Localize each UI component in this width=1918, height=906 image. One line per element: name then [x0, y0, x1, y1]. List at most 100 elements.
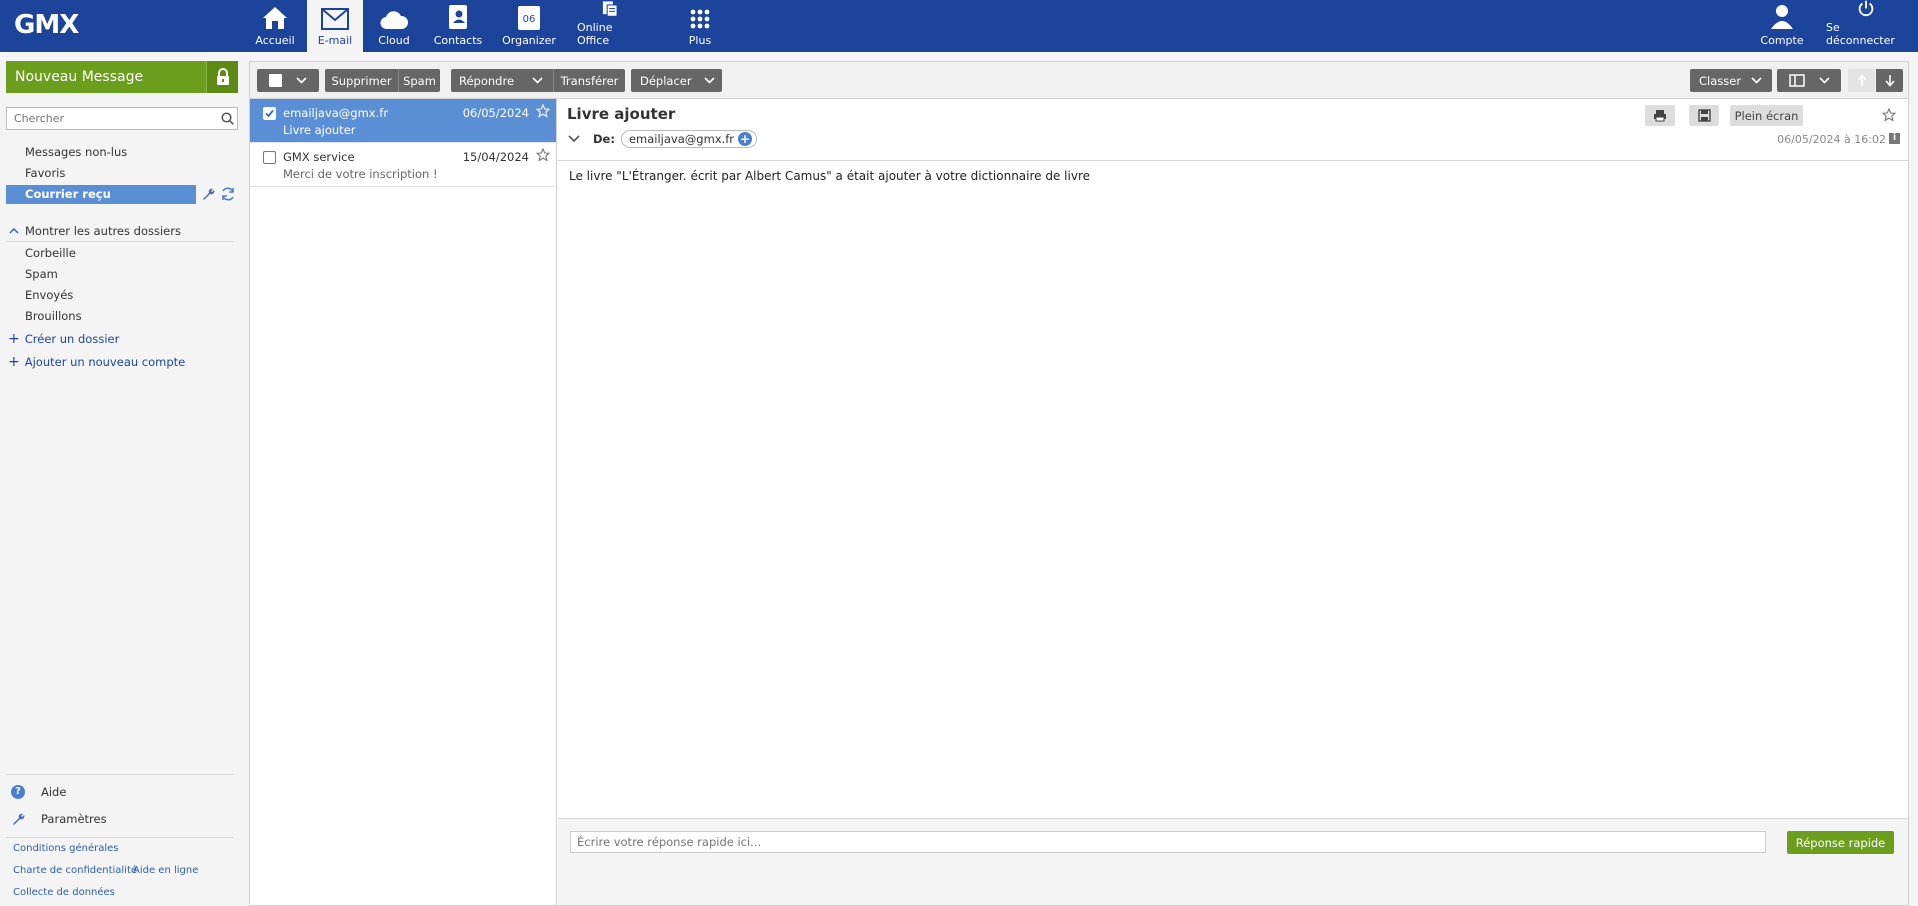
- add-contact-icon[interactable]: +: [738, 132, 753, 146]
- save-button[interactable]: [1689, 105, 1719, 126]
- folder-drafts[interactable]: Brouillons: [25, 309, 82, 323]
- message-sender: emailjava@gmx.fr: [283, 106, 389, 120]
- previous-message-button[interactable]: [1848, 69, 1875, 92]
- chevron-up-icon: [9, 228, 19, 234]
- nav-plus[interactable]: Plus: [685, 0, 715, 52]
- layout-icon: [1788, 74, 1805, 87]
- folder-spam[interactable]: Spam: [25, 267, 58, 281]
- settings-label: Paramètres: [41, 812, 107, 826]
- search-input[interactable]: [7, 112, 217, 125]
- show-other-folders-toggle[interactable]: Montrer les autres dossiers: [9, 224, 181, 238]
- message-subject: Livre ajouter: [283, 123, 356, 137]
- office-icon: [602, 1, 618, 17]
- select-all-dropdown[interactable]: [257, 69, 319, 92]
- help-label: Aide: [41, 785, 67, 799]
- terms-link[interactable]: Conditions générales: [13, 843, 118, 854]
- nav-accueil[interactable]: Accueil: [254, 0, 296, 52]
- folder-sent[interactable]: Envoyés: [25, 288, 73, 302]
- mail-icon: [321, 8, 349, 30]
- top-navigation-bar: GMX Accueil E-mail Cloud Contacts 06 Org…: [0, 0, 1918, 52]
- power-icon: [1858, 0, 1874, 17]
- new-message-label: Nouveau Message: [15, 69, 144, 85]
- refresh-icon[interactable]: [220, 186, 236, 205]
- star-icon[interactable]: [1882, 108, 1896, 122]
- quick-reply-input[interactable]: [570, 831, 1766, 853]
- privacy-link[interactable]: Charte de confidentialité: [13, 865, 137, 876]
- nav-email[interactable]: E-mail: [307, 0, 363, 52]
- help-link[interactable]: ? Aide: [11, 785, 66, 799]
- logout-button[interactable]: Se déconnecter: [1826, 0, 1906, 52]
- quick-reply-button[interactable]: Réponse rapide: [1787, 831, 1894, 854]
- info-icon[interactable]: i: [1889, 133, 1900, 144]
- nav-organizer[interactable]: 06 Organizer: [502, 0, 556, 52]
- nav-online-office[interactable]: Online Office: [577, 0, 643, 52]
- folder-inbox[interactable]: Courrier reçu: [6, 185, 196, 204]
- message-title: Livre ajouter: [567, 105, 676, 123]
- logout-label: Se déconnecter: [1826, 21, 1895, 47]
- search-box: [6, 107, 238, 130]
- data-collection-link[interactable]: Collecte de données: [13, 887, 115, 898]
- message-checkbox[interactable]: [263, 107, 276, 120]
- nav-organizer-label: Organizer: [502, 34, 556, 47]
- search-icon[interactable]: [217, 112, 237, 125]
- plus-icon: +: [8, 354, 20, 370]
- expand-details-icon[interactable]: [568, 135, 580, 143]
- star-icon[interactable]: [536, 148, 550, 162]
- arrow-down-icon: [1884, 75, 1895, 87]
- message-date: 15/04/2024: [462, 150, 529, 164]
- create-folder-link[interactable]: + Créer un dossier: [8, 331, 119, 347]
- forward-button[interactable]: Transférer: [553, 69, 625, 92]
- lock-button[interactable]: [206, 61, 238, 93]
- sort-button[interactable]: Classer: [1690, 69, 1772, 92]
- chevron-down-icon[interactable]: [532, 77, 543, 84]
- star-icon[interactable]: [536, 104, 550, 118]
- nav-cloud[interactable]: Cloud: [376, 0, 412, 52]
- nav-plus-label: Plus: [688, 34, 712, 47]
- next-message-button[interactable]: [1876, 69, 1903, 92]
- nav-contacts-label: Contacts: [433, 34, 483, 47]
- account-button[interactable]: Compte: [1760, 0, 1804, 52]
- delete-button[interactable]: Supprimer: [325, 69, 398, 92]
- user-icon: [1771, 5, 1793, 29]
- folder-unread[interactable]: Messages non-lus: [25, 145, 127, 159]
- spam-button[interactable]: Spam: [398, 69, 440, 92]
- sender-address: emailjava@gmx.fr: [628, 132, 735, 146]
- settings-link[interactable]: Paramètres: [11, 812, 107, 826]
- message-subject: Merci de votre inscription !: [283, 167, 438, 181]
- folder-trash[interactable]: Corbeille: [25, 246, 76, 260]
- online-help-link[interactable]: Aide en ligne: [133, 865, 198, 876]
- layout-button[interactable]: [1777, 69, 1841, 92]
- fullscreen-button[interactable]: Plein écran: [1730, 105, 1803, 126]
- reply-label: Répondre: [459, 73, 515, 88]
- account-label: Compte: [1760, 34, 1804, 47]
- chevron-down-icon: [1751, 77, 1762, 84]
- move-button[interactable]: Déplacer: [631, 69, 722, 92]
- plus-icon: +: [8, 331, 20, 347]
- reply-button[interactable]: Répondre: [451, 69, 553, 92]
- folder-settings-icon[interactable]: [201, 187, 215, 204]
- arrow-up-icon: [1856, 74, 1867, 86]
- gmx-logo[interactable]: GMX: [14, 10, 79, 40]
- divider: [6, 241, 233, 242]
- nav-accueil-label: Accueil: [255, 34, 295, 47]
- folder-favorites[interactable]: Favoris: [25, 166, 65, 180]
- nav-email-label: E-mail: [317, 34, 353, 47]
- divider: [6, 774, 233, 775]
- quick-reply-bar: Réponse rapide: [558, 818, 1908, 905]
- calendar-day: 06: [522, 14, 536, 25]
- sort-label: Classer: [1699, 73, 1742, 88]
- message-row[interactable]: emailjava@gmx.fr 06/05/2024 Livre ajoute…: [250, 99, 556, 143]
- select-all-checkbox[interactable]: [269, 74, 282, 87]
- message-checkbox[interactable]: [263, 151, 276, 164]
- wrench-icon: [13, 813, 25, 825]
- sender-chip[interactable]: emailjava@gmx.fr +: [620, 130, 758, 148]
- nav-contacts[interactable]: Contacts: [432, 0, 484, 52]
- new-message-button[interactable]: Nouveau Message: [6, 61, 238, 93]
- lock-icon: [216, 68, 229, 85]
- message-row[interactable]: GMX service 15/04/2024 Merci de votre in…: [250, 143, 556, 187]
- add-account-link[interactable]: + Ajouter un nouveau compte: [8, 354, 185, 370]
- print-button[interactable]: [1645, 105, 1675, 126]
- nav-cloud-label: Cloud: [378, 34, 410, 47]
- move-label: Déplacer: [640, 73, 692, 88]
- message-body: Le livre "L'Étranger. écrit par Albert C…: [569, 169, 1090, 183]
